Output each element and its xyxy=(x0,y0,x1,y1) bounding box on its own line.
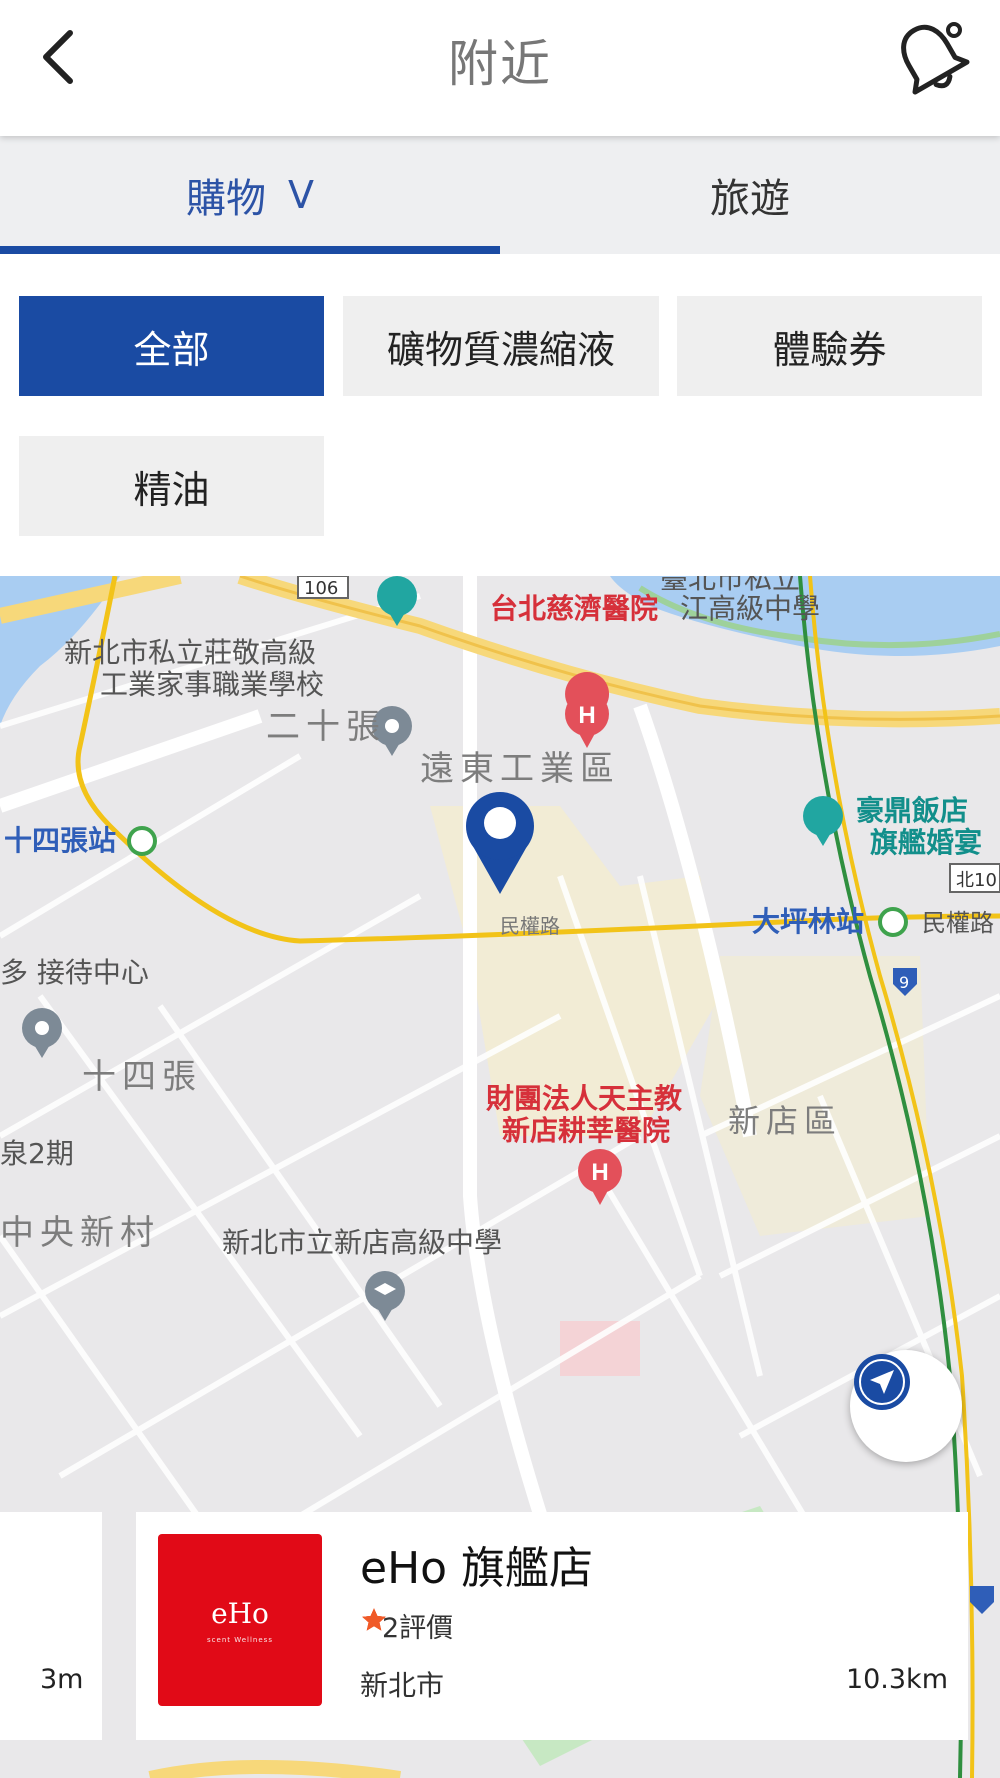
map-route-shield: 北10 xyxy=(956,870,997,891)
notification-button[interactable] xyxy=(890,18,970,98)
store-logo: eHo scent Wellness xyxy=(158,1534,322,1706)
filter-chip-essential-oil[interactable]: 精油 xyxy=(19,436,324,536)
store-logo-text: eHo xyxy=(211,1596,269,1630)
tab-travel-label: 旅遊 xyxy=(710,176,790,222)
filter-chip-label: 全部 xyxy=(133,327,210,372)
filter-chip-voucher[interactable]: 體驗券 xyxy=(677,296,982,396)
svg-text:H: H xyxy=(578,702,595,729)
store-distance: 10.3km xyxy=(845,1664,948,1695)
tab-selected-indicator xyxy=(0,246,500,254)
map-label-hotel: 旗艦婚宴 xyxy=(870,826,983,859)
top-bar: 附近 xyxy=(0,0,1000,136)
navigation-arrow-icon xyxy=(854,1354,910,1410)
filter-chip-all[interactable]: 全部 xyxy=(19,296,324,396)
map-label-road: 民權路 xyxy=(922,909,994,937)
map-label-school: 新北市私立莊敬高級 xyxy=(64,636,317,669)
svg-text:H: H xyxy=(591,1159,608,1186)
store-card[interactable]: eHo scent Wellness eHo 旗艦店 2評價 新北市 10.3k… xyxy=(136,1512,968,1740)
filter-chip-mineral-concentrate[interactable]: 礦物質濃縮液 xyxy=(343,296,659,396)
store-distance: 3m xyxy=(40,1664,84,1695)
map-label-school: 工業家事職業學校 xyxy=(100,668,325,701)
map-label-school: 新北市立新店高級中學 xyxy=(222,1226,503,1259)
map-label-school: 江高級中學 xyxy=(680,592,821,625)
filter-chips: 全部 礦物質濃縮液 體驗券 精油 xyxy=(0,254,1000,576)
map-label-hospital: 新店耕莘醫院 xyxy=(502,1114,671,1147)
map-label-hospital: 財團法人天主教 xyxy=(486,1082,683,1115)
store-card-previous[interactable]: 3m xyxy=(0,1512,102,1740)
map-label-reception: 多 接待中心 xyxy=(0,956,149,989)
map-label-area: 泉2期 xyxy=(0,1137,74,1170)
filter-chip-label: 體驗券 xyxy=(772,327,887,372)
tab-shopping-label: 購物 xyxy=(186,176,266,222)
map-label-area: 中央新村 xyxy=(0,1213,160,1253)
map-label-station: 大坪林站 xyxy=(752,905,865,938)
store-review-count: 2評價 xyxy=(382,1613,454,1644)
filter-chip-label: 礦物質濃縮液 xyxy=(386,327,615,372)
map-label-district: 新店區 xyxy=(728,1102,843,1140)
map-view[interactable]: H H 台北慈濟醫院 新北市私立莊敬高級 工業家事職業學校 二十張 遠東工業區 … xyxy=(0,576,1000,1778)
chevron-down-icon: V xyxy=(288,173,314,217)
tab-travel[interactable]: 旅遊 xyxy=(500,136,1000,254)
category-tabs: 購物 V 旅遊 xyxy=(0,136,1000,254)
map-label-hospital: 台北慈濟醫院 xyxy=(490,592,659,625)
star-icon xyxy=(362,1608,386,1631)
map-label-station: 十四張站 xyxy=(4,824,117,857)
tab-shopping[interactable]: 購物 V xyxy=(0,136,500,254)
map-route-shield: 9 xyxy=(899,973,910,992)
hospital-pin-icon: H xyxy=(565,672,610,748)
map-label-road: 民權路 xyxy=(500,914,560,938)
map-label-area: 十四張 xyxy=(82,1057,202,1097)
store-name: eHo 旗艦店 xyxy=(360,1543,594,1594)
map-label-area: 遠東工業區 xyxy=(420,749,620,789)
map-label-hotel: 豪鼎飯店 xyxy=(856,794,969,827)
map-label-area: 二十張 xyxy=(266,707,386,747)
store-rating: 2評價 xyxy=(360,1606,453,1645)
store-logo-subtext: scent Wellness xyxy=(207,1635,273,1644)
filter-chip-label: 精油 xyxy=(133,467,210,512)
map-route-shield: 106 xyxy=(304,578,339,599)
store-city: 新北市 xyxy=(360,1669,445,1702)
bell-icon xyxy=(901,22,970,95)
locate-me-button[interactable] xyxy=(850,1350,962,1462)
page-title: 附近 xyxy=(448,35,552,93)
